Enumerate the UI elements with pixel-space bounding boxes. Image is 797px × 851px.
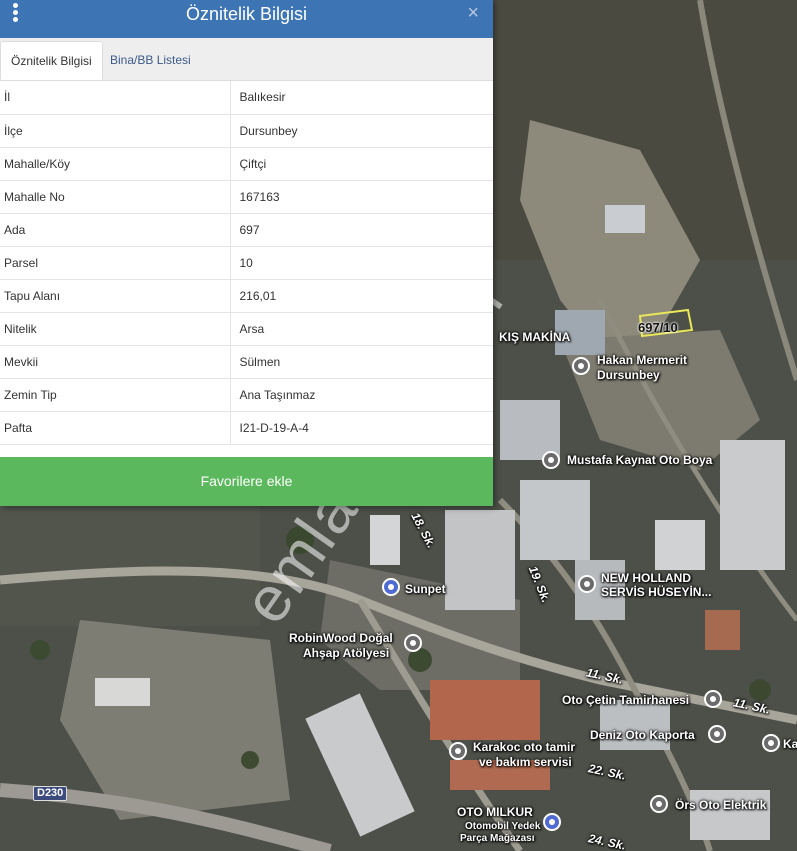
attr-value: 167163 [230,180,493,214]
panel-title: Öznitelik Bilgisi [185,4,308,24]
table-row: Nitelik Arsa [0,312,493,346]
tab-bar: Öznitelik Bilgisi Bina/BB Listesi [0,38,493,81]
attr-value: Dursunbey [230,114,493,148]
close-icon[interactable]: × [467,2,479,24]
map-pin-icon[interactable] [708,725,726,743]
poi-label-kis-makina[interactable]: KIŞ MAKİNA [499,331,570,344]
attribute-table: İl Balıkesir İlçe Dursunbey Mahalle/Köy … [0,81,493,445]
attr-key: Tapu Alanı [0,279,231,313]
table-row: İl Balıkesir [0,81,493,115]
poi-label-deniz[interactable]: Deniz Oto Kaporta [590,729,695,742]
table-row: Tapu Alanı 216,01 [0,279,493,313]
poi-label-karakoc-1[interactable]: Karakoc oto tamir [473,741,575,754]
map-pin-icon[interactable] [572,357,590,375]
tab-building-list[interactable]: Bina/BB Listesi [100,41,201,80]
attr-value: 10 [230,246,493,280]
poi-label-oto-milkur-3[interactable]: Parça Mağazası [460,832,535,845]
attr-key: Nitelik [0,312,231,346]
poi-label-mustafa[interactable]: Mustafa Kaynat Oto Boya [567,454,712,467]
poi-label-oto-milkur-1[interactable]: OTO MILKUR [457,806,533,819]
table-row: Mahalle No 167163 [0,180,493,214]
attr-key: Zemin Tip [0,378,231,412]
shopping-bag-icon[interactable] [543,813,561,831]
table-row: Mahalle/Köy Çiftçi [0,147,493,181]
map-pin-icon[interactable] [762,734,780,752]
poi-label-oto-cetin[interactable]: Oto Çetin Tamirhanesi [562,694,689,707]
poi-label-robinwood-2[interactable]: Ahşap Atölyesi [303,647,389,660]
attr-key: Ada [0,213,231,247]
poi-label-hakan-2[interactable]: Dursunbey [597,369,660,382]
attr-value: Balıkesir [230,81,493,115]
table-row: İlçe Dursunbey [0,114,493,148]
poi-label-ors[interactable]: Örs Oto Elektrik [675,799,766,812]
attr-value: 216,01 [230,279,493,313]
map-pin-icon[interactable] [449,742,467,760]
attribute-panel: Öznitelik Bilgisi × Öznitelik Bilgisi Bi… [0,0,493,506]
map-pin-icon[interactable] [542,451,560,469]
gas-station-icon[interactable] [382,578,400,596]
attr-key: İlçe [0,114,231,148]
map-pin-icon[interactable] [650,795,668,813]
attr-key: Pafta [0,411,231,445]
attr-key: Mahalle No [0,180,231,214]
poi-label-ka[interactable]: Ka [783,738,797,751]
attr-value: I21-D-19-A-4 [230,411,493,445]
road-shield: D230 [33,786,68,801]
attr-value: Sülmen [230,345,493,379]
map-pin-icon[interactable] [704,690,722,708]
map-pin-icon[interactable] [404,634,422,652]
table-row: Zemin Tip Ana Taşınmaz [0,378,493,412]
poi-label-new-holland-2[interactable]: SERVİS HÜSEYİN... [601,586,711,599]
poi-label-karakoc-2[interactable]: ve bakım servisi [479,756,572,769]
tab-attribute-info[interactable]: Öznitelik Bilgisi [0,41,103,80]
table-row: Mevkii Sülmen [0,345,493,379]
panel-header: Öznitelik Bilgisi × [0,0,493,38]
attr-key: İl [0,81,231,115]
attr-value: 697 [230,213,493,247]
poi-label-new-holland-1[interactable]: NEW HOLLAND [601,572,691,585]
poi-label-hakan-1[interactable]: Hakan Mermerit [597,354,687,367]
table-row: Parsel 10 [0,246,493,280]
attr-key: Mevkii [0,345,231,379]
table-row: Ada 697 [0,213,493,247]
attr-value: Arsa [230,312,493,346]
parcel-label: 697/10 [638,320,678,335]
poi-label-sunpet[interactable]: Sunpet [405,583,446,596]
table-row: Pafta I21-D-19-A-4 [0,411,493,445]
attr-value: Çiftçi [230,147,493,181]
attr-key: Parsel [0,246,231,280]
attr-key: Mahalle/Köy [0,147,231,181]
map-pin-icon[interactable] [578,575,596,593]
add-to-favorites-button[interactable]: Favorilere ekle [0,457,493,506]
attr-value: Ana Taşınmaz [230,378,493,412]
poi-label-robinwood-1[interactable]: RobinWood Doğal [289,632,393,645]
